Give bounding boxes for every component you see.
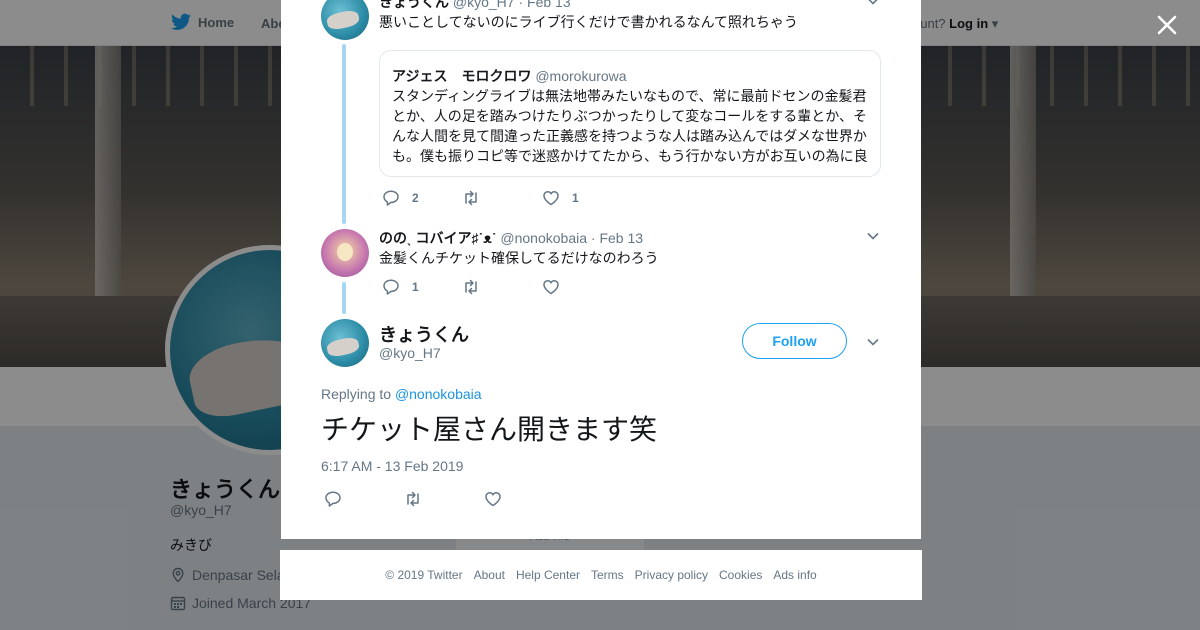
tweet-author-handle[interactable]: @kyo_H7 <box>453 0 515 10</box>
tweet-actions: 2 1 <box>382 189 622 207</box>
thread-connector <box>342 44 346 224</box>
retweet-icon <box>465 279 477 295</box>
footer-link-cookies[interactable]: Cookies <box>719 568 762 582</box>
tweet-author-name[interactable]: ののˎ コバイア♯˙ᴥ˙ <box>379 230 497 246</box>
main-tweet-author-name[interactable]: きょうくん <box>379 321 469 347</box>
tweet-author-name[interactable]: きょうくん <box>379 0 449 10</box>
tweet-date[interactable]: · Feb 13 <box>518 0 570 10</box>
like-button[interactable] <box>542 278 622 296</box>
heart-icon <box>543 279 559 295</box>
heart-icon <box>543 190 559 206</box>
reply-button[interactable]: 1 <box>382 278 462 296</box>
retweet-button[interactable] <box>462 278 542 296</box>
replying-to-handle-link[interactable]: @nonokobaia <box>395 386 482 402</box>
retweet-icon <box>465 190 477 206</box>
chevron-down-icon[interactable] <box>866 335 880 349</box>
quoted-author-name: アジェス モロクロワ <box>392 68 532 84</box>
close-icon[interactable] <box>1152 10 1182 40</box>
footer-link-terms[interactable]: Terms <box>591 568 624 582</box>
tweet-header: ののˎ コバイア♯˙ᴥ˙ @nonokobaia · Feb 13 <box>379 228 643 248</box>
reply-icon <box>383 279 399 295</box>
like-button[interactable] <box>484 490 564 508</box>
replying-to: Replying to @nonokobaia <box>321 386 482 402</box>
reply-button[interactable] <box>324 490 404 508</box>
tweet-text: 悪いことしてないのにライブ行くだけで書かれるなんて照れちゃう <box>379 14 798 30</box>
like-count: 1 <box>572 191 579 205</box>
chevron-down-icon[interactable] <box>866 229 880 243</box>
quoted-text-line: スタンディングライブは無法地帯みたいなもので、常に最前ドセンの金髪君 <box>392 88 867 104</box>
quoted-text-line: んな人間を見て間違った正義感を持つような人は踏み込んではダメな世界か <box>392 128 867 144</box>
retweet-button[interactable] <box>462 189 542 207</box>
reply-icon <box>383 190 399 206</box>
quoted-author-handle: @morokurowa <box>535 68 627 84</box>
tweet-actions: 1 <box>382 278 622 296</box>
reply-count: 2 <box>412 191 419 205</box>
heart-icon <box>485 491 501 507</box>
quoted-text-line: も。僕も振りコピ等で迷惑かけてたから、もう行かない方がお互いの為に良 <box>392 148 868 164</box>
reply-count: 1 <box>412 280 419 294</box>
main-tweet-author-handle[interactable]: @kyo_H7 <box>379 345 441 361</box>
quoted-text-line: とか、人の足を踏みつけたりぶつかったりして変なコールをする輩とか、そ <box>392 108 868 124</box>
replying-to-prefix: Replying to <box>321 386 392 402</box>
reply-button[interactable]: 2 <box>382 189 462 207</box>
avatar[interactable] <box>321 229 369 277</box>
chevron-down-icon[interactable] <box>866 0 880 8</box>
tweet-author-handle[interactable]: @nonokobaia <box>500 230 587 246</box>
quoted-tweet[interactable]: アジェス モロクロワ @morokurowa スタンディングライブは無法地帯みた… <box>379 50 881 177</box>
tweet-date[interactable]: · Feb 13 <box>591 230 643 246</box>
avatar[interactable] <box>321 319 369 367</box>
footer-link-privacy[interactable]: Privacy policy <box>635 568 708 582</box>
quoted-tweet-header: アジェス モロクロワ @morokurowa <box>392 66 627 86</box>
avatar[interactable] <box>321 0 369 40</box>
retweet-icon <box>407 491 419 507</box>
main-tweet-text: チケット屋さん開きます笑 <box>321 413 658 446</box>
modal-footer: © 2019 Twitter About Help Center Terms P… <box>280 550 922 600</box>
copyright-text: © 2019 Twitter <box>385 568 463 582</box>
like-button[interactable]: 1 <box>542 189 622 207</box>
footer-link-about[interactable]: About <box>474 568 505 582</box>
retweet-button[interactable] <box>404 490 484 508</box>
tweet-header: きょうくん @kyo_H7 · Feb 13 <box>379 0 571 12</box>
thread-connector <box>342 282 346 314</box>
follow-button[interactable]: Follow <box>742 323 847 359</box>
tweet-text: 金髪くんチケット確保してるだけなのわろう <box>379 250 659 266</box>
footer-link-ads-info[interactable]: Ads info <box>773 568 816 582</box>
main-tweet-timestamp[interactable]: 6:17 AM - 13 Feb 2019 <box>321 458 463 474</box>
footer-link-help-center[interactable]: Help Center <box>516 568 580 582</box>
tweet-modal: きょうくん @kyo_H7 · Feb 13 悪いことしてないのにライブ行くだけ… <box>281 0 921 539</box>
main-tweet-actions <box>324 490 564 508</box>
quoted-tweet-text: スタンディングライブは無法地帯みたいなもので、常に最前ドセンの金髪君 とか、人の… <box>392 86 870 166</box>
reply-icon <box>325 491 341 507</box>
